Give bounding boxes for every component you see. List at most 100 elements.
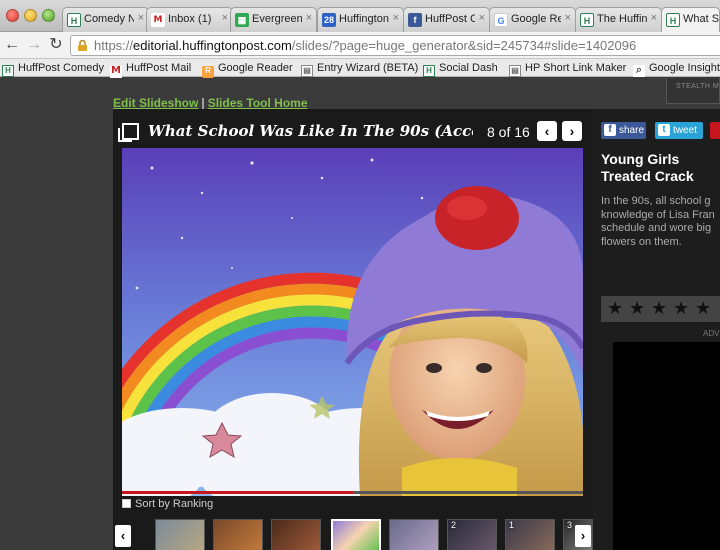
caption-line: flowers on them. <box>601 235 682 248</box>
bookmark-label: HuffPost Comedy <box>18 62 105 74</box>
slide-progress-fill <box>122 491 353 494</box>
tab-close-icon[interactable]: × <box>479 12 485 24</box>
tab-label: Huffington <box>339 13 389 25</box>
tab-label: Inbox (1) <box>168 13 212 25</box>
tab-label: The Huffin <box>597 13 647 25</box>
bookmark-label: HuffPost Mail <box>126 62 192 74</box>
huffpost-icon: H <box>666 13 680 27</box>
bookmark-huffpost-comedy[interactable]: H HuffPost Comedy <box>2 60 105 77</box>
bookmark-social-dash[interactable]: H Social Dash <box>423 60 498 77</box>
browser-tab[interactable]: H Comedy N × <box>62 7 149 32</box>
slide-thumbnail[interactable] <box>155 519 205 550</box>
prev-slide-button[interactable]: ‹ <box>537 121 557 141</box>
gallery-grid-icon[interactable] <box>118 123 139 142</box>
browser-tab-active[interactable]: H What Sch <box>661 7 720 33</box>
star-icon[interactable]: ★ <box>673 300 689 318</box>
facebook-icon: f <box>408 13 422 27</box>
reload-icon[interactable]: ↻ <box>46 35 66 55</box>
tab-label: Google Re <box>511 13 561 25</box>
address-bar[interactable]: https://editorial.huffingtonpost.com/sli… <box>70 35 720 56</box>
document-icon: ▤ <box>301 65 313 77</box>
tab-close-icon[interactable]: × <box>222 12 228 24</box>
caption-line: schedule and wore big <box>601 222 712 234</box>
browser-tab[interactable]: f HuffPost C × <box>403 7 490 32</box>
document-icon: ▤ <box>509 65 521 77</box>
thumb-number: 3 <box>567 520 573 530</box>
bookmark-label: Entry Wizard (BETA) <box>317 62 419 74</box>
star-icon[interactable]: ★ <box>607 300 623 318</box>
next-slide-button[interactable]: › <box>562 121 582 141</box>
bookmark-google-insights[interactable]: ⌕ Google Insights <box>633 60 720 77</box>
sort-checkbox[interactable] <box>122 499 131 508</box>
tab-close-icon[interactable]: × <box>138 12 144 24</box>
thumb-next-button[interactable]: › <box>575 525 591 547</box>
page-content: STEALTH M Edit Slideshow | Slides Tool Hom… <box>0 78 720 550</box>
forward-arrow-icon[interactable]: → <box>24 35 44 55</box>
bookmark-entry-wizard[interactable]: ▤ Entry Wizard (BETA) <box>301 60 419 77</box>
bookmark-google-reader[interactable]: R Google Reader <box>202 60 293 78</box>
browser-tab[interactable]: H The Huffin × <box>575 7 662 32</box>
caption-line: In the 90s, all school g <box>601 195 711 207</box>
bookmark-label: Google Reader <box>218 62 293 74</box>
back-arrow-icon[interactable]: ← <box>2 35 22 55</box>
facebook-share-button[interactable]: f share <box>601 122 646 139</box>
slide-thumbnail[interactable] <box>213 519 263 550</box>
bookmarks-bar: H HuffPost Comedy M HuffPost Mail R Google … <box>0 59 720 78</box>
tab-label: Evergreen <box>252 13 302 25</box>
slide-sidebar: f share t tweet Young Girls Treated Crack … <box>593 109 720 550</box>
twitter-share-button[interactable]: t tweet <box>655 122 703 139</box>
bookmark-hp-short-link-maker[interactable]: ▤ HP Short Link Maker <box>509 60 627 77</box>
close-window-button[interactable] <box>6 9 19 22</box>
slide-photo-rainbow-girl <box>122 148 583 496</box>
star-icon[interactable]: ★ <box>651 300 667 318</box>
sort-by-ranking-option[interactable]: Sort by Ranking <box>122 498 213 510</box>
bookmark-huffpost-mail[interactable]: M HuffPost Mail <box>110 60 192 78</box>
facebook-icon: f <box>604 124 616 136</box>
zoom-window-button[interactable] <box>42 9 55 22</box>
search-icon: ⌕ <box>633 64 645 77</box>
tab-close-icon[interactable]: × <box>565 12 571 24</box>
slide-thumbnail[interactable]: 2 <box>447 519 497 550</box>
tab-close-icon[interactable]: × <box>651 12 657 24</box>
tab-close-icon[interactable]: × <box>393 12 399 24</box>
url-path: /slides/?page=huge_generator&sid=245734#… <box>291 38 637 53</box>
tab-label: HuffPost C <box>425 13 475 25</box>
url-text: https://editorial.huffingtonpost.com/sli… <box>94 38 636 53</box>
slideshow-viewer: What School Was Like In The 90s (Accordi… <box>113 109 593 550</box>
thumb-number: 1 <box>509 520 515 530</box>
caption-line: knowledge of Lisa Fran <box>601 208 715 221</box>
slide-thumbnail-selected[interactable] <box>331 519 381 550</box>
star-rating[interactable]: ★ ★ ★ ★ ★ <box>601 296 720 322</box>
advertisement-label: ADV <box>703 329 720 338</box>
bookmark-label: Google Insights <box>649 62 720 74</box>
google-reader-icon: G <box>494 13 508 27</box>
browser-toolbar: ← → ↻ https://editorial.huffingtonpost.c… <box>0 32 720 59</box>
share-label: share <box>619 125 645 136</box>
gmail-icon: M <box>151 13 165 27</box>
browser-tab[interactable]: 28 Huffington × <box>317 7 404 32</box>
slide-headline: Young Girls Treated Crack <box>601 151 694 184</box>
slide-thumbnail[interactable] <box>271 519 321 550</box>
gmail-icon: M <box>110 65 122 78</box>
slides-tool-home-link[interactable]: Slides Tool Home <box>208 96 308 110</box>
bookmark-label: Social Dash <box>439 62 498 74</box>
email-share-button[interactable] <box>710 122 720 139</box>
browser-tab[interactable]: ▦ Evergreen × <box>230 7 317 32</box>
tab-label: Comedy N <box>84 13 134 25</box>
bookmark-label: HP Short Link Maker <box>525 62 627 74</box>
slide-caption: In the 90s, all school g knowledge of Li… <box>601 195 720 249</box>
slide-thumbnail[interactable]: 1 <box>505 519 555 550</box>
minimize-window-button[interactable] <box>24 9 37 22</box>
url-host: editorial.huffingtonpost.com <box>133 38 292 53</box>
edit-slideshow-link[interactable]: Edit Slideshow <box>113 96 198 110</box>
huffpost-icon: H <box>423 65 435 77</box>
slide-thumbnail[interactable] <box>389 519 439 550</box>
browser-tab[interactable]: M Inbox (1) × <box>146 7 233 32</box>
thumb-prev-button[interactable]: ‹ <box>115 525 131 547</box>
slide-progress-bar <box>122 491 583 494</box>
tab-close-icon[interactable]: × <box>306 12 312 24</box>
star-icon[interactable]: ★ <box>695 300 711 318</box>
google-reader-icon: R <box>202 66 214 78</box>
browser-tab[interactable]: G Google Re × <box>489 7 576 32</box>
star-icon[interactable]: ★ <box>629 300 645 318</box>
